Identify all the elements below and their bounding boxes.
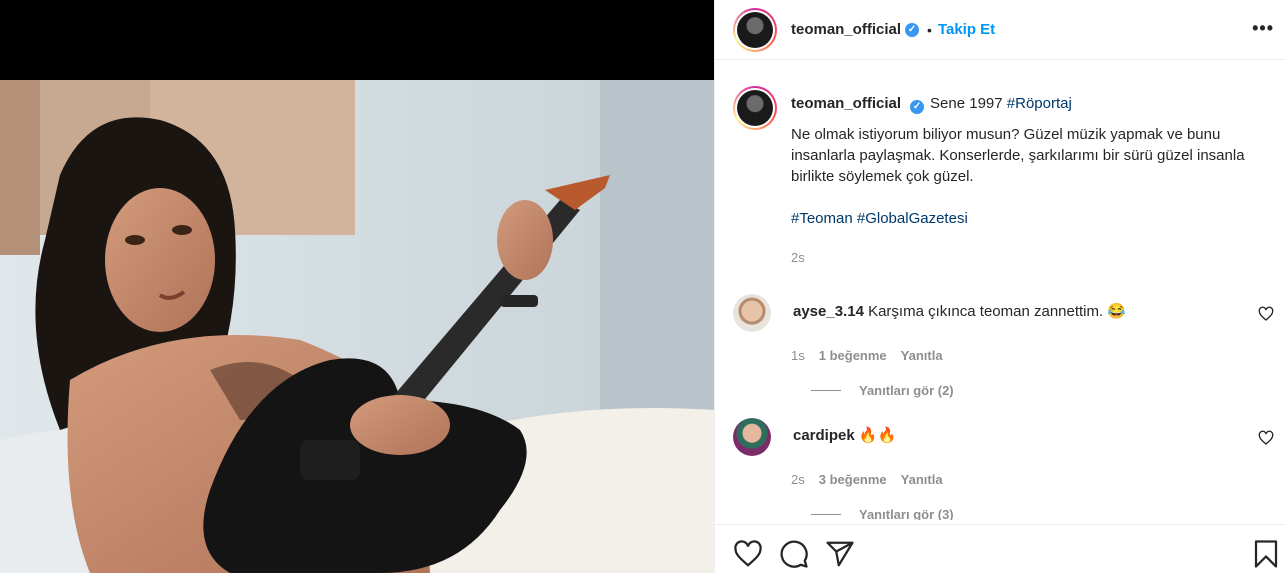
follow-button[interactable]: Takip Et (938, 21, 995, 38)
bookmark-icon[interactable] (1251, 539, 1281, 569)
post-side-panel: teoman_official ✓ • Takip Et ••• teoman_… (714, 0, 1285, 573)
reply-button[interactable]: Yanıtla (901, 348, 943, 363)
verified-icon: ✓ (910, 100, 925, 114)
post-header: teoman_official ✓ • Takip Et ••• (715, 0, 1285, 60)
separator-dot: • (927, 21, 932, 38)
commenter-username[interactable]: cardipek (793, 427, 855, 444)
comment-like-icon[interactable] (1258, 306, 1274, 322)
photo-illustration (0, 80, 714, 573)
post-media[interactable] (0, 0, 714, 573)
comment-item: ayse_3.14 Karşıma çıkınca teoman zannett… (733, 294, 1278, 398)
caption-username[interactable]: teoman_official (791, 95, 901, 112)
caption-avatar[interactable] (733, 86, 777, 130)
comments-list: ayse_3.14 Karşıma çıkınca teoman zannett… (715, 288, 1285, 520)
view-replies-button[interactable]: Yanıtları gör (2) (811, 383, 1278, 398)
comment-time: 2s (791, 472, 805, 487)
commenter-avatar[interactable] (733, 294, 771, 332)
comment-text: Karşıma çıkınca teoman zannettim. 😂 (868, 303, 1127, 320)
caption: teoman_official ✓ Sene 1997 #Röportaj Ne o… (733, 86, 1273, 268)
verified-icon: ✓ (905, 22, 920, 37)
author-avatar[interactable] (733, 7, 777, 52)
view-replies-label: Yanıtları gör (2) (859, 383, 954, 398)
heart-icon[interactable] (733, 539, 763, 569)
commenter-username[interactable]: ayse_3.14 (793, 303, 864, 320)
more-options-icon[interactable]: ••• (1252, 18, 1274, 39)
comment-item: cardipek 🔥🔥 2s 3 beğenme Yanıtla Yanıtla… (733, 418, 1278, 520)
author-username[interactable]: teoman_official (791, 21, 901, 38)
comment-text: 🔥🔥 (858, 427, 897, 444)
comment-like-icon[interactable] (1258, 430, 1274, 446)
comment-likes[interactable]: 1 beğenme (819, 348, 887, 363)
hashtag-link[interactable]: #Röportaj (1007, 95, 1072, 112)
action-bar (715, 524, 1285, 573)
reply-button[interactable]: Yanıtla (901, 472, 943, 487)
comment-meta: 2s 3 beğenme Yanıtla (791, 472, 1278, 487)
commenter-avatar[interactable] (733, 418, 771, 456)
view-replies-button[interactable]: Yanıtları gör (3) (811, 507, 1278, 520)
comment-time: 1s (791, 348, 805, 363)
caption-lead: Sene 1997 (930, 95, 1003, 112)
caption-hashtags[interactable]: #Teoman #GlobalGazetesi (791, 208, 1251, 229)
caption-timestamp: 2s (791, 250, 805, 265)
share-icon[interactable] (825, 539, 855, 569)
caption-text: Ne olmak istiyorum biliyor musun? Güzel … (791, 126, 1245, 185)
comment-likes[interactable]: 3 beğenme (819, 472, 887, 487)
comment-icon[interactable] (779, 539, 809, 569)
view-replies-label: Yanıtları gör (3) (859, 507, 954, 520)
post-photo[interactable] (0, 80, 714, 573)
comment-meta: 1s 1 beğenme Yanıtla (791, 348, 1278, 363)
